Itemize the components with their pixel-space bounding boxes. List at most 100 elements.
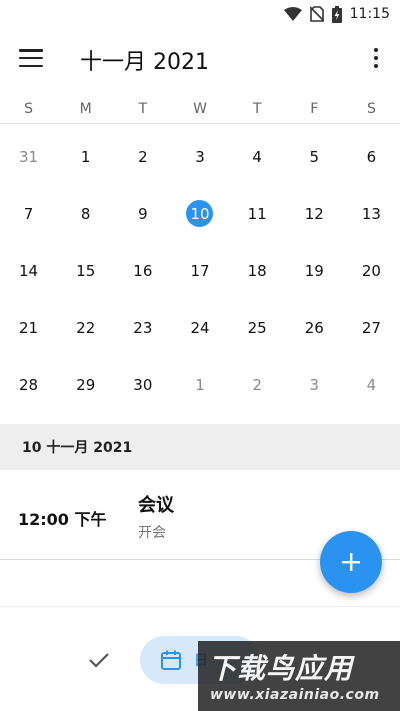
calendar-day-number: 12: [304, 204, 324, 223]
calendar-day-number: 30: [133, 376, 153, 395]
month-grid: 31 1 2 3 4 5 6 7 8 9 10 11 12 13 14 15 16 17 18 19 20 21 22 23 2…: [0, 128, 400, 414]
calendar-day[interactable]: 7: [0, 185, 57, 242]
calendar-day[interactable]: 25: [229, 300, 286, 357]
calendar-day[interactable]: 23: [114, 300, 171, 357]
calendar-day[interactable]: 4: [343, 357, 400, 414]
selected-date-header: 10 十一月 2021: [0, 424, 400, 470]
calendar-day-number: 7: [23, 204, 34, 223]
weekday-header: S M T W T F S: [0, 94, 400, 124]
weekday-label: W: [193, 101, 207, 117]
calendar-day[interactable]: 29: [57, 357, 114, 414]
calendar-day[interactable]: 9: [114, 185, 171, 242]
watermark-title: 下载鸟应用: [208, 652, 354, 685]
calendar-day-number: 1: [195, 376, 205, 395]
calendar-day[interactable]: 2: [114, 128, 171, 185]
wifi-icon: [283, 7, 302, 21]
calendar-day-number: 28: [19, 376, 39, 395]
calendar-day[interactable]: 26: [286, 300, 343, 357]
calendar-day[interactable]: 12: [286, 185, 343, 242]
calendar-day-number: 9: [138, 204, 148, 223]
tasks-tab[interactable]: [86, 647, 112, 673]
weekday-label: S: [24, 101, 34, 117]
hamburger-menu-icon[interactable]: [18, 46, 44, 70]
calendar-day-number: 6: [366, 147, 377, 166]
calendar-day[interactable]: 28: [0, 357, 57, 414]
calendar-day[interactable]: 19: [286, 242, 343, 299]
more-vertical-icon[interactable]: [368, 46, 384, 70]
calendar-day-number: 14: [19, 261, 39, 280]
weekday-label: S: [366, 101, 376, 117]
calendar-day-selected[interactable]: 10: [171, 185, 228, 242]
calendar-day[interactable]: 20: [343, 242, 400, 299]
status-time: 11:15: [349, 6, 390, 22]
calendar-day[interactable]: 1: [57, 128, 114, 185]
calendar-day-number: 8: [80, 204, 91, 223]
calendar-day-number: 18: [247, 261, 267, 280]
calendar-day-number: 15: [76, 261, 96, 280]
calendar-day-number: 31: [19, 147, 39, 166]
calendar-day[interactable]: 18: [229, 242, 286, 299]
calendar-day-number: 27: [361, 319, 381, 338]
app-bar: 十一月 2021: [0, 28, 400, 90]
calendar-day-number: 4: [252, 147, 262, 166]
calendar-day[interactable]: 15: [57, 242, 114, 299]
calendar-day[interactable]: 3: [286, 357, 343, 414]
calendar-day[interactable]: 22: [57, 300, 114, 357]
calendar-day[interactable]: 27: [343, 300, 400, 357]
event-title: 会议: [138, 495, 174, 516]
calendar-day[interactable]: 16: [114, 242, 171, 299]
calendar-day[interactable]: 5: [286, 128, 343, 185]
calendar-day-number: 2: [252, 376, 262, 395]
watermark-url: www.xiazainiao.com: [210, 687, 380, 703]
calendar-day[interactable]: 21: [0, 300, 57, 357]
calendar-day[interactable]: 30: [114, 357, 171, 414]
calendar-day-number: 16: [133, 261, 153, 280]
month-title[interactable]: 十一月 2021: [80, 44, 209, 76]
calendar-day[interactable]: 11: [229, 185, 286, 242]
event-time: 12:00 下午: [18, 510, 107, 529]
calendar-day[interactable]: 17: [171, 242, 228, 299]
calendar-icon: [161, 650, 181, 670]
plus-icon: [342, 553, 360, 571]
weekday-label: T: [138, 101, 148, 117]
calendar-day-number: 10: [186, 200, 214, 228]
calendar-day-number: 24: [190, 319, 210, 338]
battery-charging-icon: [331, 5, 342, 23]
event-description: 开会: [138, 525, 166, 541]
calendar-day[interactable]: 1: [171, 357, 228, 414]
check-icon: [89, 653, 109, 668]
calendar-day[interactable]: 3: [171, 128, 228, 185]
calendar-day-number: 5: [309, 147, 320, 166]
calendar-day-number: 26: [304, 319, 324, 338]
calendar-day-number: 13: [361, 204, 381, 223]
calendar-day-number: 2: [138, 147, 148, 166]
calendar-day[interactable]: 4: [229, 128, 286, 185]
calendar-day-number: 17: [190, 261, 210, 280]
calendar-day-number: 25: [247, 319, 267, 338]
calendar-day[interactable]: 2: [229, 357, 286, 414]
calendar-day-number: 3: [309, 376, 320, 395]
calendar-day[interactable]: 6: [343, 128, 400, 185]
calendar-day[interactable]: 24: [171, 300, 228, 357]
calendar-day-number: 19: [304, 261, 324, 280]
calendar-day[interactable]: 8: [57, 185, 114, 242]
status-bar: 11:15: [0, 0, 400, 28]
calendar-day[interactable]: 14: [0, 242, 57, 299]
add-event-button[interactable]: [320, 531, 382, 593]
weekday-label: M: [79, 101, 92, 117]
weekday-label: F: [310, 101, 319, 117]
calendar-day-number: 1: [80, 147, 91, 166]
calendar-day[interactable]: 13: [343, 185, 400, 242]
calendar-day-number: 22: [76, 319, 96, 338]
calendar-day-number: 21: [19, 319, 39, 338]
weekday-label: T: [252, 101, 262, 117]
calendar-day[interactable]: 31: [0, 128, 57, 185]
no-sim-icon: [309, 6, 324, 22]
calendar-day-number: 11: [247, 204, 267, 223]
calendar-day-number: 23: [133, 319, 153, 338]
calendar-day-number: 20: [361, 261, 381, 280]
calendar-day-number: 3: [195, 147, 205, 166]
calendar-day-number: 29: [76, 376, 96, 395]
watermark: 下载鸟应用 www.xiazainiao.com: [198, 641, 400, 711]
calendar-day-number: 4: [366, 376, 377, 395]
